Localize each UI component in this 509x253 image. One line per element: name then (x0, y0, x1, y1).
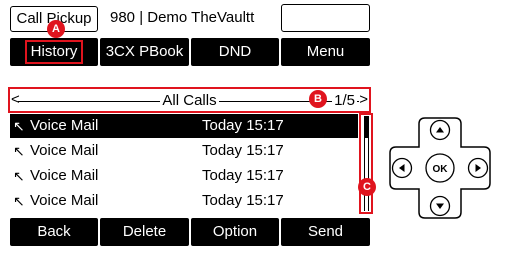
call-time: Today 15:17 (202, 167, 284, 184)
3cx-pbook-button[interactable]: 3CX PBook (100, 38, 189, 66)
list-title: All Calls (160, 92, 219, 109)
page-indicator: 1/5 (332, 92, 357, 109)
arrow-up-icon[interactable] (429, 119, 451, 141)
list-item[interactable]: ↖ Voice Mail Today 15:17 (10, 139, 358, 163)
badge-c: C (358, 178, 376, 196)
call-name: Voice Mail (30, 142, 99, 159)
call-name: Voice Mail (30, 117, 99, 134)
arrow-down-icon[interactable] (429, 195, 451, 217)
list-item[interactable]: ↖ Voice Mail Today 15:17 (10, 189, 358, 213)
extension-info: 980 | Demo TheVaultt (110, 9, 255, 26)
list-item[interactable]: ↖ Voice Mail Today 15:17 (10, 164, 358, 188)
option-button[interactable]: Option (191, 218, 279, 246)
send-button[interactable]: Send (281, 218, 370, 246)
missed-call-arrow-icon: ↖ (13, 168, 25, 184)
badge-a: A (47, 20, 65, 38)
call-time: Today 15:17 (202, 142, 284, 159)
badge-b: B (309, 90, 327, 108)
missed-call-arrow-icon: ↖ (13, 118, 25, 134)
call-time: Today 15:17 (202, 117, 284, 134)
back-button[interactable]: Back (10, 218, 98, 246)
dnd-button[interactable]: DND (191, 38, 279, 66)
menu-button[interactable]: Menu (281, 38, 370, 66)
navigation-pad: OK (389, 117, 491, 219)
blank-line-key[interactable] (281, 4, 370, 32)
missed-call-arrow-icon: ↖ (13, 193, 25, 209)
list-item[interactable]: ↖ Voice Mail Today 15:17 (10, 114, 358, 138)
history-label: History (24, 40, 84, 64)
arrow-right-icon[interactable] (467, 157, 489, 179)
history-button[interactable]: History (10, 38, 98, 66)
arrow-left-icon[interactable] (391, 157, 413, 179)
next-page-icon[interactable]: > (359, 92, 368, 108)
call-time: Today 15:17 (202, 192, 284, 209)
call-name: Voice Mail (30, 167, 99, 184)
ok-label: OK (433, 164, 449, 175)
scrollbar-thumb[interactable] (364, 116, 369, 138)
ok-button[interactable]: OK (425, 153, 455, 183)
call-name: Voice Mail (30, 192, 99, 209)
missed-call-arrow-icon: ↖ (13, 143, 25, 159)
delete-button[interactable]: Delete (100, 218, 189, 246)
